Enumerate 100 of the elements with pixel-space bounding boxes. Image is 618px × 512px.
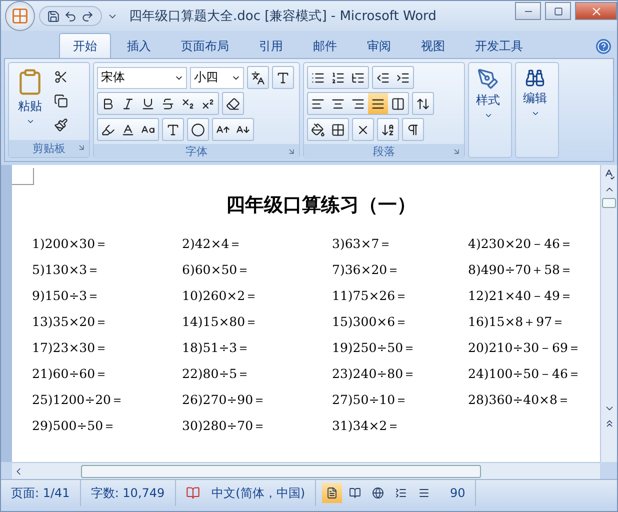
math-problem: 15)300×6＝ [332,314,410,331]
math-problem: 2)42×4＝ [182,236,244,253]
math-problem: 30)280÷70＝ [182,418,268,435]
borders-icon [331,122,345,136]
dialog-launcher-icon [77,143,86,152]
view-button[interactable] [322,483,342,503]
increase-indent-icon [396,70,410,84]
view-icon [372,487,384,499]
math-problem: 1)200×30＝ [32,236,110,253]
document-heading: 四年级口算练习（一） [225,193,417,218]
ribbon-tab[interactable]: 开发工具 [461,33,537,58]
proofing-icon[interactable] [186,486,200,500]
underline-icon [141,96,155,110]
subscript-icon [181,96,195,110]
maximize-button[interactable] [545,2,571,20]
group-label: 剪贴板 [9,140,89,157]
undo-button[interactable] [63,8,78,24]
dialog-launcher-icon [452,147,461,156]
bold-icon [101,96,115,110]
math-problem: 29)500÷50＝ [32,418,118,435]
math-problem: 24)100÷50－46＝ [468,366,582,383]
math-problem: 18)51÷3＝ [182,340,252,357]
sort-icon [381,122,395,136]
shading-icon [311,122,325,136]
view-icon [326,487,338,499]
math-problem: 14)15×80＝ [182,314,260,331]
math-problem: 25)1200÷20＝ [32,392,125,409]
group-label: 段落 [304,144,464,159]
clear-formatting-icon [226,96,240,110]
language-label[interactable]: 中文(简体，中国) [212,484,306,502]
alignment-icon [371,96,385,110]
scrollbar-thumb[interactable] [81,464,481,478]
ribbon-tab[interactable]: 插入 [113,33,165,58]
math-problem: 9)150÷3＝ [32,288,102,305]
math-problem: 17)23×30＝ [32,340,110,357]
close-button[interactable] [575,2,617,20]
format-painter-icon [54,118,68,132]
dialog-launcher-icon [287,147,296,156]
save-button[interactable] [46,8,61,24]
strikethrough-icon [161,96,175,110]
close-icon [590,4,602,18]
alignment-icon [331,96,345,110]
show-marks-icon [406,122,420,136]
highlight-icon [101,122,115,136]
ribbon-tab[interactable]: 页面布局 [167,33,243,58]
math-problem: 31)34×2＝ [332,418,402,435]
caret-icon [484,111,492,120]
decrease-indent-icon [376,70,390,84]
caret-icon [26,117,34,126]
italic-icon [121,96,135,110]
ribbon-tab[interactable]: 开始 [59,33,111,58]
superscript-icon [201,96,215,110]
font-size-field[interactable]: 小四 [190,66,244,88]
alignment-button[interactable] [368,93,388,114]
math-problem: 12)21×40－49＝ [468,288,574,305]
ribbon-tab[interactable]: 视图 [407,33,459,58]
line-spacing-icon [416,96,430,110]
ribbon-tab[interactable]: 审阅 [353,33,405,58]
math-problem: 22)80÷5＝ [182,366,252,383]
math-problem: 21)60÷60＝ [32,366,110,383]
alignment-icon [391,96,405,110]
zoom-level[interactable]: 90 [440,480,476,506]
margin-corner-mark [12,168,34,185]
redo-icon [81,10,94,22]
font-name-field[interactable]: 宋体 [97,66,187,88]
save-icon [47,10,60,22]
window-title: 四年级口算题大全.doc [兼容模式] - Microsoft Word [128,8,438,25]
math-problem: 11)75×26＝ [332,288,410,305]
page-count[interactable]: 页面: 1/41 [1,480,81,506]
paste-button[interactable]: 粘贴 [12,66,48,137]
group-label: 字体 [94,144,299,159]
scrollbar-thumb[interactable] [602,198,616,208]
math-problem: 16)15×8＋97＝ [468,314,566,331]
math-problem: 7)36×20＝ [332,262,402,279]
math-problem: 27)50÷10＝ [332,392,410,409]
math-problem: 23)240÷80＝ [332,366,418,383]
ribbon-tab[interactable]: 邮件 [299,33,351,58]
book-icon [186,486,200,500]
multilevel-list-icon [351,70,365,84]
cut-icon [54,70,68,84]
math-problem: 20)210÷30－69＝ [468,340,582,357]
maximize-icon [554,6,562,16]
math-problem: 28)360÷40×8＝ [468,392,572,409]
alignment-icon [311,96,325,110]
undo-icon [64,10,77,22]
help-button[interactable] [596,39,611,54]
office-button[interactable] [5,1,35,31]
math-problem: 8)490÷70＋58＝ [468,262,574,279]
binoculars-icon [525,68,545,88]
ribbon-tab[interactable]: 引用 [245,33,297,58]
numbering-icon [331,70,345,84]
math-problem: 3)63×7＝ [332,236,394,253]
math-problem: 5)130×3＝ [32,262,102,279]
math-problem: 6)60×50＝ [182,262,252,279]
redo-button[interactable] [80,8,95,24]
alignment-icon [351,96,365,110]
math-problem: 10)260×2＝ [182,288,260,305]
word-count[interactable]: 字数: 10,749 [80,480,176,506]
help-icon [597,40,610,53]
copy-icon [54,94,68,108]
